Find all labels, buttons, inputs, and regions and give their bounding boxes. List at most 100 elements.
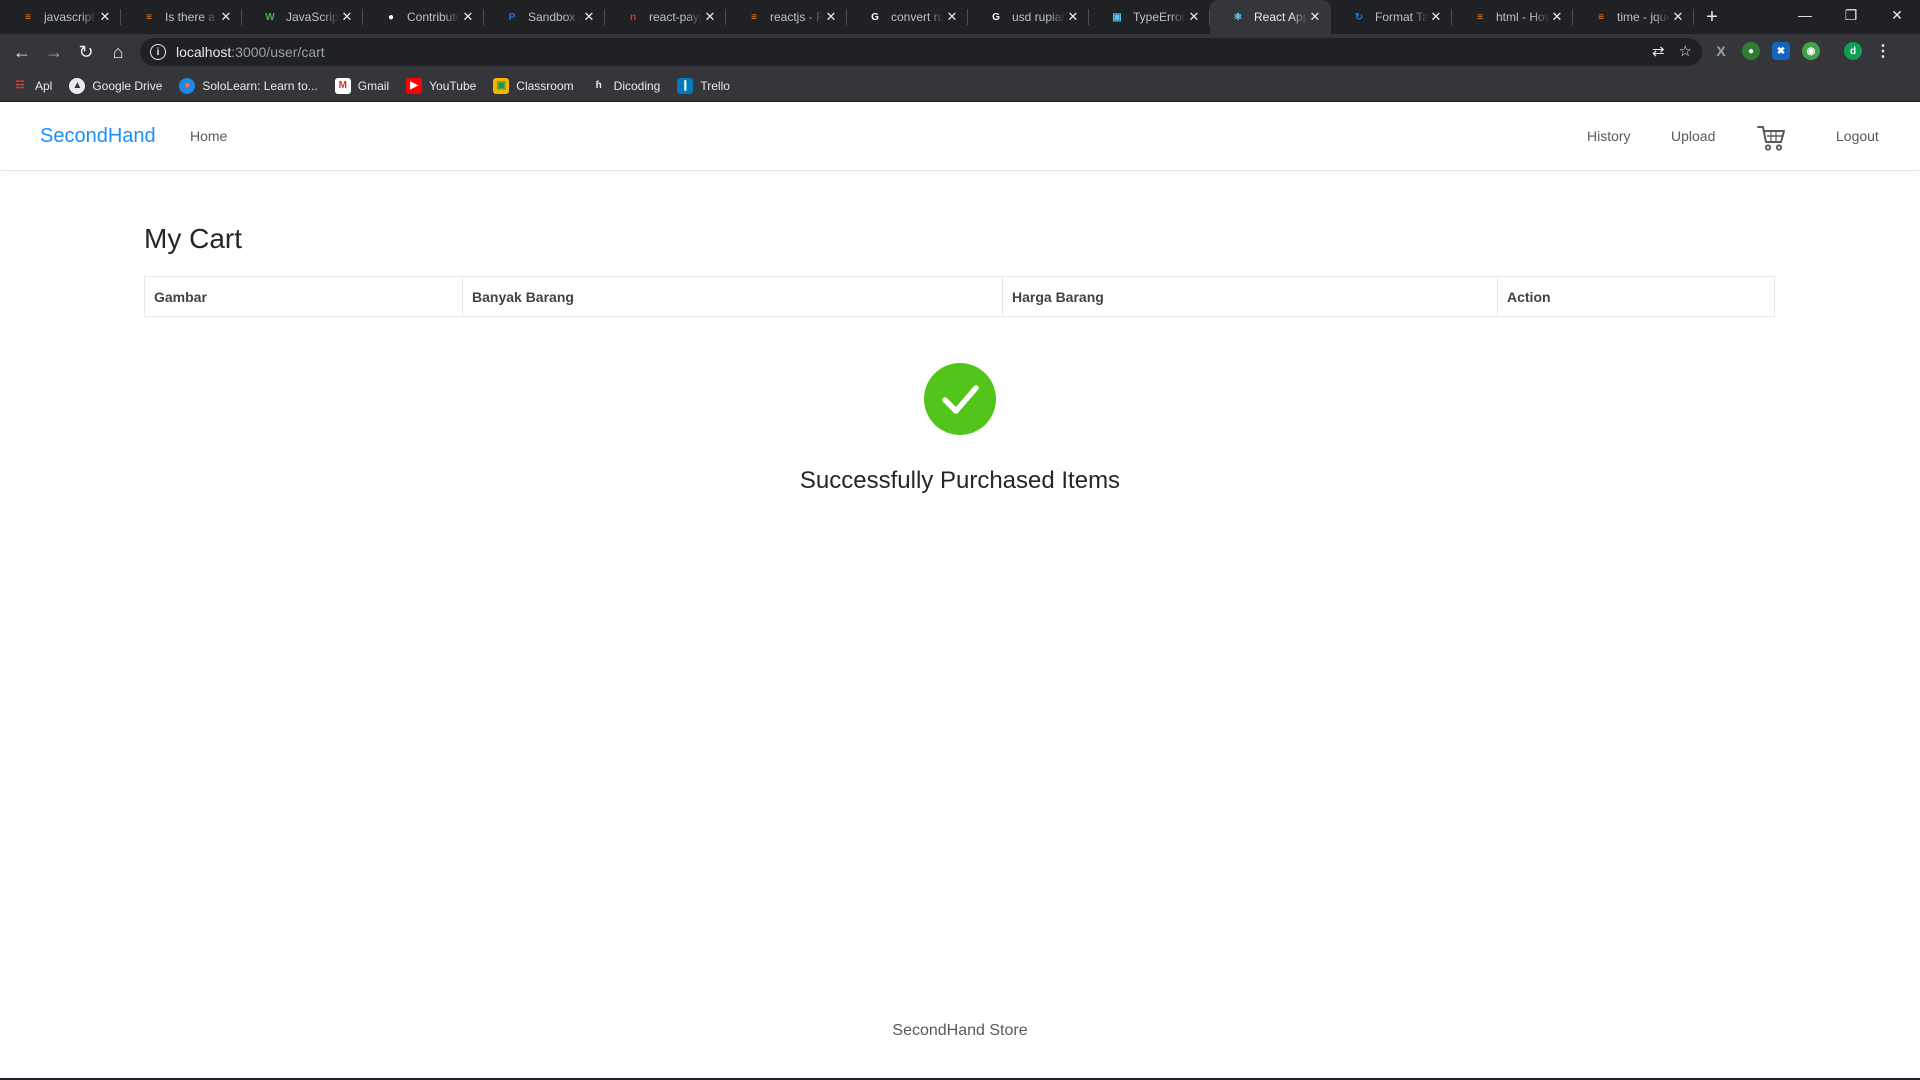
npm-icon: n xyxy=(629,11,637,23)
url-host: localhost xyxy=(176,44,232,60)
bookmark-label: YouTube xyxy=(429,78,477,93)
tab-title: Contributo xyxy=(407,10,460,24)
tab-close-icon[interactable]: ✕ xyxy=(823,9,839,25)
bookmark-label: Google Drive xyxy=(92,78,163,93)
paypal-icon: P xyxy=(508,11,516,23)
new-tab-button[interactable]: + xyxy=(1694,0,1730,34)
address-bar[interactable]: i localhost:3000/user/cart ⇄ ☆ xyxy=(140,38,1702,66)
apps-grid-icon: ☷ xyxy=(15,80,25,91)
bookmark-item[interactable]: ɦ Dicoding xyxy=(591,78,661,94)
tab-close-icon[interactable]: ✕ xyxy=(1065,9,1081,25)
bookmarks-bar: ☷ Apl ▲ Google Drive ● SoloLearn: Learn to...… xyxy=(0,70,1920,102)
browser-tab[interactable]: Gusd rupiah ✕ xyxy=(968,0,1089,34)
table-header-row: Gambar Banyak Barang Harga Barang Action xyxy=(144,276,1775,317)
home-icon[interactable]: ⌂ xyxy=(102,36,134,68)
tab-close-icon[interactable]: ✕ xyxy=(339,9,355,25)
bookmark-item[interactable]: ❙ Trello xyxy=(677,77,730,94)
bookmark-label: Gmail xyxy=(357,78,390,93)
browser-tab[interactable]: P Sandbox a ✕ xyxy=(484,0,605,34)
reload-icon[interactable]: ↻ xyxy=(70,36,102,68)
tab-close-icon[interactable]: ✕ xyxy=(1670,9,1686,25)
bookmark-item[interactable]: ☷ Apl xyxy=(12,78,53,94)
typeerror-icon: ▣ xyxy=(1112,11,1122,23)
bookmark-item[interactable]: ▲ Google Drive xyxy=(69,77,163,94)
tab-title: Sandbox a xyxy=(528,10,581,24)
url-path: :3000/user/cart xyxy=(231,44,325,60)
browser-tab-strip: ≡javascript - H✕≡Is there a s✕WJavaScrip… xyxy=(0,0,1920,34)
google-icon: G xyxy=(992,11,1000,23)
site-info-icon[interactable]: i xyxy=(150,44,166,60)
window-close-icon[interactable]: ✕ xyxy=(1874,0,1920,30)
extension-blue-icon[interactable]: ✖ xyxy=(1772,42,1790,60)
nav-upload-link[interactable]: Upload xyxy=(1671,128,1715,144)
tab-close-icon[interactable]: ✕ xyxy=(581,9,597,25)
tab-close-icon[interactable]: ✕ xyxy=(1186,9,1202,25)
tab-title: Is there a s xyxy=(165,10,218,24)
brand-logo-link[interactable]: SecondHand xyxy=(40,125,156,148)
format-icon: ↻ xyxy=(1354,11,1364,23)
tab-close-icon[interactable]: ✕ xyxy=(944,9,960,25)
nav-history-link[interactable]: History xyxy=(1587,128,1631,144)
page-title: My Cart xyxy=(144,223,242,254)
bookmark-label: Apl xyxy=(35,78,53,93)
tab-close-icon[interactable]: ✕ xyxy=(1549,9,1565,25)
column-header-harga-barang: Harga Barang xyxy=(1002,276,1498,317)
stackoverflow-icon: ≡ xyxy=(146,11,152,23)
browser-tab[interactable]: W JavaScript ✕ xyxy=(242,0,363,34)
back-icon[interactable]: ← xyxy=(6,36,38,68)
restore-icon[interactable]: ❐ xyxy=(1828,0,1874,30)
tab-title: javascript - H xyxy=(44,10,97,24)
footer-text: SecondHand Store xyxy=(892,1022,1028,1039)
shopping-cart-icon[interactable] xyxy=(1756,124,1786,152)
bookmark-item[interactable]: M Gmail xyxy=(334,77,390,94)
bookmark-item[interactable]: ● SoloLearn: Learn to... xyxy=(179,77,318,94)
dicoding-icon: ɦ xyxy=(595,80,602,91)
browser-tab[interactable]: ⚛ React App ✕ xyxy=(1210,0,1331,34)
browser-tab[interactable]: ≡ reactjs - Re✕ xyxy=(726,0,847,34)
tab-close-icon[interactable]: ✕ xyxy=(1307,9,1323,25)
extension-x-icon[interactable]: X xyxy=(1712,42,1730,60)
browser-menu-icon[interactable]: ⋮ xyxy=(1874,42,1892,60)
tab-title: Format Ta xyxy=(1375,10,1428,24)
browser-tab[interactable]: ● Contributo ✕ xyxy=(363,0,484,34)
bookmark-star-icon[interactable]: ☆ xyxy=(1679,42,1692,60)
browser-tab[interactable]: n react-payp ✕ xyxy=(605,0,726,34)
bookmark-label: Dicoding xyxy=(613,78,661,93)
tab-close-icon[interactable]: ✕ xyxy=(97,9,113,25)
column-header-banyak-barang: Banyak Barang xyxy=(462,276,1003,317)
youtube-icon: ▶ xyxy=(406,77,423,94)
stackoverflow-icon: ≡ xyxy=(25,11,31,23)
bookmark-label: SoloLearn: Learn to... xyxy=(202,78,318,93)
bookmark-item[interactable]: ▶ YouTube xyxy=(406,77,477,94)
browser-tab[interactable]: ≡ javascript - H✕ xyxy=(0,0,121,34)
tab-close-icon[interactable]: ✕ xyxy=(218,9,234,25)
extension-green-icon[interactable]: ● xyxy=(1742,42,1760,60)
forward-icon[interactable]: → xyxy=(38,36,70,68)
browser-tab[interactable]: Gconvert ru ✕ xyxy=(847,0,968,34)
browser-tab[interactable]: ↻ Format Ta ✕ xyxy=(1331,0,1452,34)
column-header-action: Action xyxy=(1497,276,1775,317)
nav-logout-link[interactable]: Logout xyxy=(1836,128,1879,144)
cart-table: Gambar Banyak Barang Harga Barang Action xyxy=(144,276,1775,317)
minimize-icon[interactable]: — xyxy=(1782,0,1828,30)
tab-title: JavaScript xyxy=(286,10,339,24)
browser-tab[interactable]: ≡ time - jque ✕ xyxy=(1573,0,1694,34)
browser-tab[interactable]: ≡ html - How ✕ xyxy=(1452,0,1573,34)
tab-title: reactjs - Re xyxy=(770,10,823,24)
translate-icon[interactable]: ⇄ xyxy=(1652,42,1665,60)
extensions-area: X ● ✖ ◉ d ⋮ xyxy=(1712,42,1892,60)
browser-tab[interactable]: ≡ Is there a s✕ xyxy=(121,0,242,34)
tab-title: convert ru xyxy=(891,10,944,24)
trello-icon: ❙ xyxy=(677,77,694,94)
profile-avatar-icon[interactable]: d xyxy=(1844,42,1862,60)
nav-home-link[interactable]: Home xyxy=(190,128,227,144)
tab-close-icon[interactable]: ✕ xyxy=(702,9,718,25)
tab-list: ≡javascript - H✕≡Is there a s✕WJavaScrip… xyxy=(0,0,1694,34)
column-header-gambar: Gambar xyxy=(144,276,463,317)
classroom-icon: ▣ xyxy=(493,77,510,94)
tab-close-icon[interactable]: ✕ xyxy=(1428,9,1444,25)
tab-close-icon[interactable]: ✕ xyxy=(460,9,476,25)
browser-tab[interactable]: ▣ TypeError ✕ xyxy=(1089,0,1210,34)
extension-circle-icon[interactable]: ◉ xyxy=(1802,42,1820,60)
bookmark-item[interactable]: ▣ Classroom xyxy=(493,77,574,94)
